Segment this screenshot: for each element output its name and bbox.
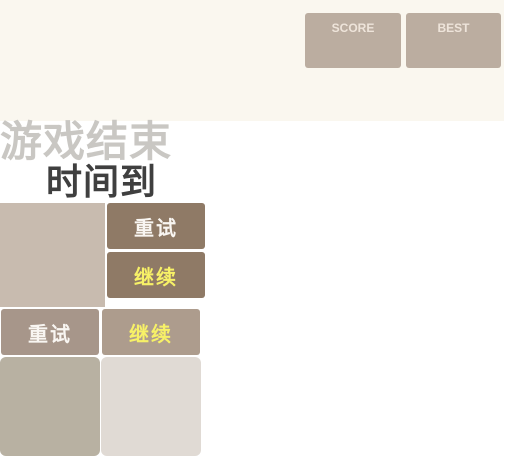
continue-button-secondary[interactable]: 继续 — [102, 309, 200, 355]
best-score-box: BEST — [406, 13, 501, 68]
score-label: SCORE — [331, 21, 375, 35]
board-tile — [101, 357, 201, 456]
game-header: SCORE BEST — [0, 0, 504, 121]
continue-button[interactable]: 继续 — [107, 252, 205, 298]
best-label: BEST — [437, 21, 470, 35]
retry-button-secondary[interactable]: 重试 — [1, 309, 99, 355]
retry-button[interactable]: 重试 — [107, 203, 205, 249]
board-tile — [0, 203, 105, 307]
time-up-title: 时间到 — [46, 162, 158, 203]
board-tile — [0, 357, 100, 456]
score-box: SCORE — [305, 13, 401, 68]
